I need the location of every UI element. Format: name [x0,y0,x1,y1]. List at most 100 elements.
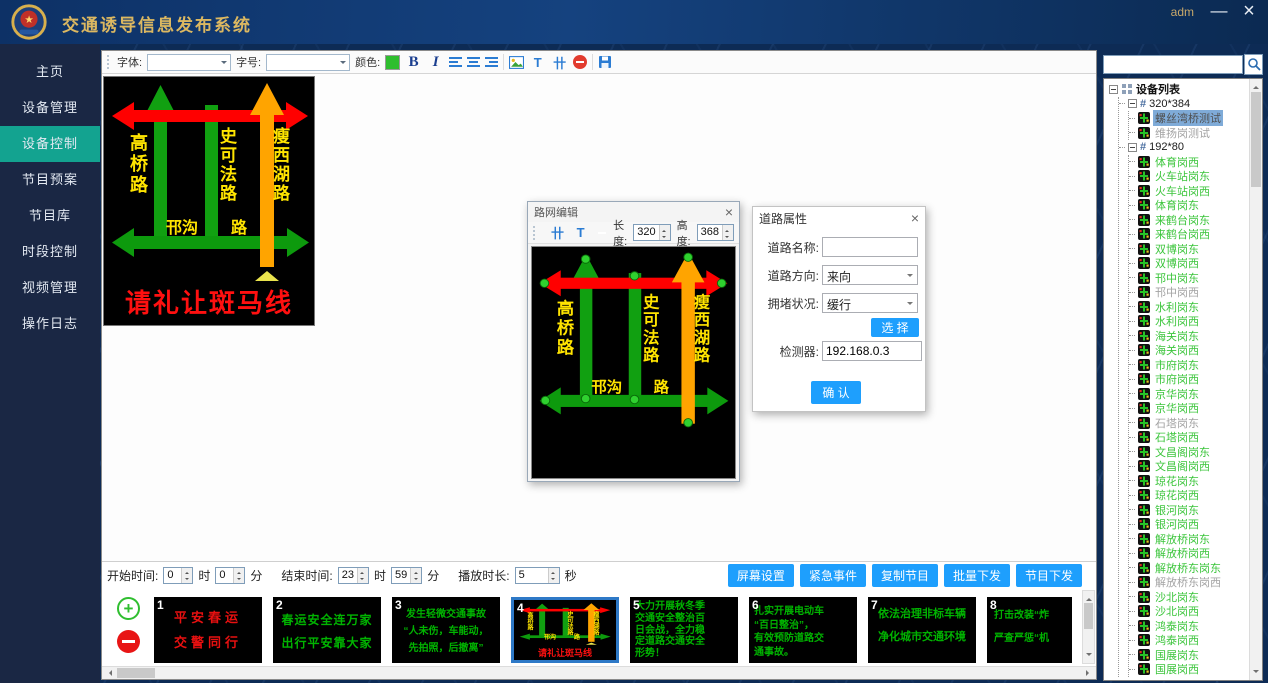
device-tree-item[interactable]: 沙北岗东 [1129,590,1262,605]
device-tree-item[interactable]: 双博岗西 [1129,256,1262,271]
height-spinner[interactable]: 368 [697,224,734,241]
program-thumb-8[interactable]: 8 打击改装“炸 严查严惩“机 [987,597,1072,663]
logged-in-user[interactable]: adm [1171,5,1194,19]
device-tree-item[interactable]: 水利岗西 [1129,314,1262,329]
remove-program-button[interactable] [117,630,140,653]
road-network-tool-icon[interactable]: 卄 [551,53,568,72]
align-center-icon[interactable] [467,57,480,67]
device-tree-item[interactable]: 来鹤台岗西 [1129,227,1262,242]
device-tree-item[interactable]: 国展岗东 [1129,648,1262,663]
collapse-icon[interactable] [1128,143,1137,152]
device-tree-item[interactable]: 双博岗东 [1129,242,1262,257]
device-tree-item[interactable]: 解放桥东岗东 [1129,561,1262,576]
scrollbar-thumb[interactable] [117,668,155,678]
italic-button[interactable]: I [427,54,444,71]
scroll-up-icon[interactable] [1253,83,1259,89]
device-tree-item[interactable]: 火车站岗东 [1129,169,1262,184]
playlist-horizontal-scrollbar[interactable] [102,666,1096,679]
text-tool-icon[interactable]: T [529,55,546,70]
scroll-right-icon[interactable] [1086,670,1092,676]
program-thumb-3[interactable]: 3 发生轻微交通事故 “人未伤，车能动， 先拍照，后撤离” [392,597,500,663]
spinner-arrows[interactable] [410,568,421,583]
device-tree-item[interactable]: 邗中岗东 [1129,271,1262,286]
device-tree-item[interactable]: 解放桥岗西 [1129,546,1262,561]
device-tree-item[interactable]: 海关岗东 [1129,329,1262,344]
device-tree-item[interactable]: 市府岗西 [1129,372,1262,387]
program-thumb-1[interactable]: 1 平安春运 交警同行 [154,597,262,663]
device-tree-item[interactable]: 海关岗西 [1129,343,1262,358]
spinner-arrows[interactable] [233,568,244,583]
minimize-button[interactable]: — [1208,0,1230,22]
start-minute-spinner[interactable]: 0 [215,567,245,584]
program-thumb-7[interactable]: 7 依法治理非标车辆 净化城市交通环境 [868,597,976,663]
search-button[interactable] [1244,54,1263,75]
detector-input[interactable] [822,341,922,361]
device-tree-item[interactable]: 维扬岗测试 [1129,126,1262,141]
scroll-up-icon[interactable] [1086,595,1092,601]
dialog-title-bar[interactable]: 道路属性 × [753,207,925,229]
sidebar-item[interactable]: 设备管理 [0,90,100,126]
device-tree-item[interactable]: 银河岗东 [1129,503,1262,518]
font-family-combobox[interactable] [147,54,231,71]
traffic-sign-preview[interactable]: 高桥路 史可法路 瘦西湖路 邗沟 路 请礼让斑马线 [103,76,315,326]
device-tree-item[interactable]: 解放桥岗东 [1129,532,1262,547]
scroll-down-icon[interactable] [1086,653,1092,659]
device-tree-item[interactable]: 解放桥东岗西 [1129,575,1262,590]
device-tree-item[interactable]: 石塔岗东 [1129,416,1262,431]
device-tree-item[interactable]: 琼花岗西 [1129,488,1262,503]
font-size-combobox[interactable] [266,54,350,71]
action-button[interactable]: 节目下发 [1016,564,1082,587]
length-spinner[interactable]: 320 [633,224,670,241]
playlist-vertical-scrollbar[interactable] [1082,590,1095,664]
device-tree-item[interactable]: 沙北岗西 [1129,604,1262,619]
spinner-arrows[interactable] [659,225,670,240]
device-tree-item[interactable]: 京华岗东 [1129,387,1262,402]
sidebar-item[interactable]: 主页 [0,54,100,90]
device-tree-item[interactable]: 鸿泰岗东 [1129,619,1262,634]
collapse-icon[interactable] [1109,85,1118,94]
device-tree-item[interactable]: 火车站岗西 [1129,184,1262,199]
end-hour-spinner[interactable]: 23 [338,567,369,584]
confirm-button[interactable]: 确 认 [811,381,861,404]
align-left-icon[interactable] [449,57,462,67]
duration-spinner[interactable]: 5 [515,567,560,584]
road-name-input[interactable] [822,237,918,257]
action-button[interactable]: 屏幕设置 [728,564,794,587]
sidebar-item[interactable]: 节目预案 [0,162,100,198]
device-tree-item[interactable]: 京华岗西 [1129,401,1262,416]
action-button[interactable]: 紧急事件 [800,564,866,587]
device-tree-item[interactable]: 水利岗东 [1129,300,1262,315]
insert-image-icon[interactable] [509,56,524,69]
spinner-arrows[interactable] [181,568,192,583]
bold-button[interactable]: B [405,54,422,71]
device-tree-item[interactable]: 琼花岗东 [1129,474,1262,489]
device-tree-item[interactable]: 国展岗西 [1129,662,1262,677]
end-minute-spinner[interactable]: 59 [391,567,422,584]
action-button[interactable]: 批量下发 [944,564,1010,587]
device-tree-item[interactable]: 螺丝湾桥测试 [1129,111,1262,126]
align-right-icon[interactable] [485,57,498,67]
scrollbar-thumb[interactable] [1251,92,1261,187]
scrollbar-thumb[interactable] [1084,603,1093,629]
dialog-title-bar[interactable]: 路网编辑 × [528,202,739,222]
device-tree-item[interactable]: 石塔岗西 [1129,430,1262,445]
program-thumb-2[interactable]: 2 春运安全连万家 出行平安靠大家 [273,597,381,663]
road-direction-select[interactable]: 来向 [822,265,918,285]
collapse-icon[interactable] [1128,99,1137,108]
select-detector-button[interactable]: 选 择 [871,318,919,337]
save-icon[interactable] [598,55,612,69]
sidebar-item[interactable]: 操作日志 [0,306,100,342]
text-tool-icon[interactable]: T [572,225,589,240]
program-thumb-5[interactable]: 5 大力开展秋冬季 交通安全整治百 日会战，全力稳 定道路交通安全 形势！ [630,597,738,663]
spinner-arrows[interactable] [357,568,368,583]
editable-sign[interactable]: 高桥路 史可法路 瘦西湖路 邗沟 路 请礼让斑马线 [532,247,735,479]
sidebar-item[interactable]: 时段控制 [0,234,100,270]
spinner-arrows[interactable] [722,225,733,240]
scroll-left-icon[interactable] [106,670,112,676]
close-icon[interactable]: × [725,205,733,219]
tree-group-320x384[interactable]: # 320*384 [1119,97,1262,112]
device-tree-item[interactable]: 文昌阁岗西 [1129,459,1262,474]
device-search-input[interactable] [1103,55,1243,74]
device-tree-item[interactable]: 银河岗西 [1129,517,1262,532]
start-hour-spinner[interactable]: 0 [163,567,193,584]
